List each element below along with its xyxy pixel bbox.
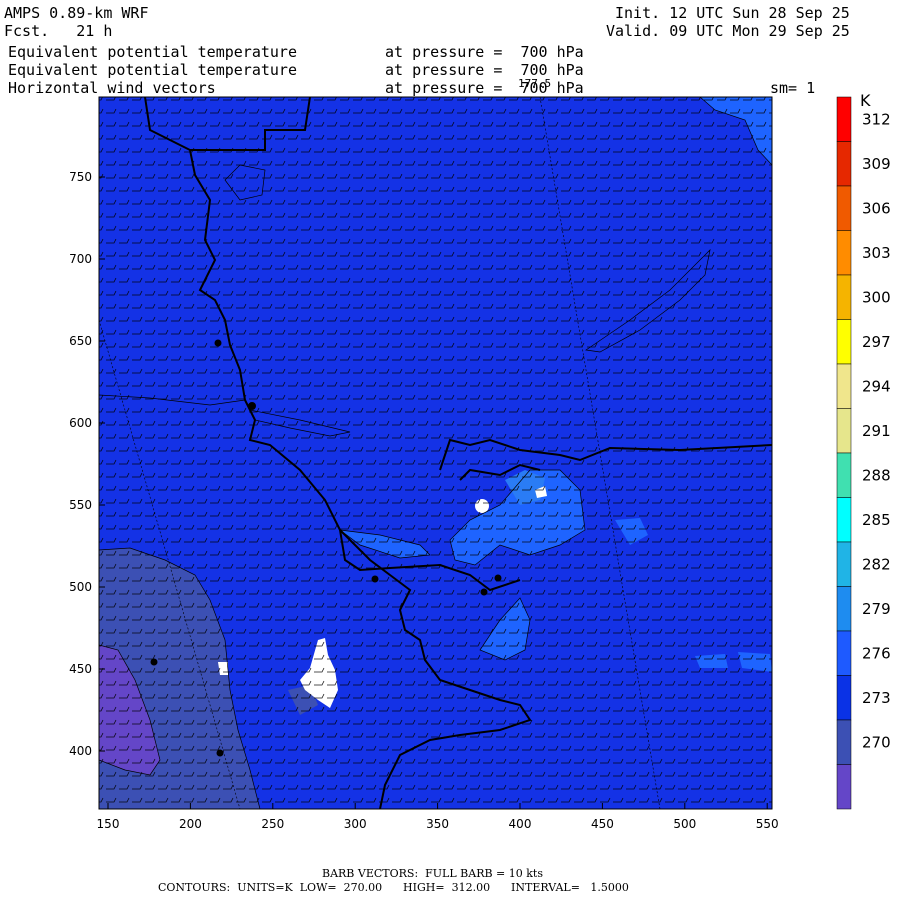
colorbar-band <box>836 675 852 721</box>
map-plot: 150 200 250 300 350 400 450 500 550 750 700 650 600… <box>69 91 891 831</box>
x-tick-label: 150 <box>97 817 120 831</box>
colorbar-label: 270 <box>862 733 891 751</box>
colorbar-band <box>836 141 852 187</box>
y-tick-label: 550 <box>69 498 92 512</box>
colorbar-label: 303 <box>862 244 891 262</box>
colorbar-label: 306 <box>862 199 891 217</box>
y-tick-label: 600 <box>69 416 92 430</box>
colorbar-band <box>836 408 852 454</box>
y-tick-label: 700 <box>69 252 92 266</box>
colorbar-band <box>836 497 852 543</box>
y-tick-label: 750 <box>69 170 92 184</box>
x-tick-label: 250 <box>261 817 284 831</box>
y-tick-label: 450 <box>69 662 92 676</box>
x-tick-label: 450 <box>591 817 614 831</box>
colorbar-band <box>836 764 852 810</box>
colorbar-band <box>836 230 852 276</box>
colorbar: 312 309 306 303 300 297 294 291 288 285 282 279 276 2… <box>836 96 891 810</box>
colorbar-label: 309 <box>862 155 891 173</box>
colorbar-label: 273 <box>862 689 891 707</box>
x-tick-label: 300 <box>344 817 367 831</box>
y-tick-label: 500 <box>69 580 92 594</box>
x-tick-label: 500 <box>673 817 696 831</box>
colorbar-unit: K <box>860 91 871 110</box>
colorbar-band <box>836 319 852 365</box>
x-tick-label: 550 <box>756 817 779 831</box>
x-tick-label: 400 <box>509 817 532 831</box>
colorbar-label: 279 <box>862 600 891 618</box>
x-tick-label: 350 <box>426 817 449 831</box>
colorbar-band <box>836 452 852 498</box>
contour-legend: CONTOURS: UNITS=K LOW= 270.00 HIGH= 312.… <box>158 881 629 894</box>
colorbar-label: 300 <box>862 288 891 306</box>
colorbar-band <box>836 274 852 320</box>
colorbar-label: 285 <box>862 511 891 529</box>
colorbar-label: 276 <box>862 644 891 662</box>
colorbar-label: 312 <box>862 110 891 128</box>
colorbar-label: 288 <box>862 466 891 484</box>
barb-legend: BARB VECTORS: FULL BARB = 10 kts <box>322 867 543 880</box>
colorbar-band <box>836 630 852 676</box>
colorbar-label: 297 <box>862 333 891 351</box>
colorbar-band <box>836 719 852 765</box>
colorbar-label: 294 <box>862 377 891 395</box>
wind-barbs <box>99 97 772 809</box>
y-tick-label: 400 <box>69 744 92 758</box>
colorbar-label: 291 <box>862 422 891 440</box>
y-tick-label: 650 <box>69 334 92 348</box>
colorbar-band <box>836 96 852 142</box>
colorbar-band <box>836 185 852 231</box>
colorbar-band <box>836 363 852 409</box>
x-tick-label: 200 <box>179 817 202 831</box>
colorbar-band <box>836 541 852 587</box>
colorbar-band <box>836 586 852 632</box>
colorbar-label: 282 <box>862 555 891 573</box>
